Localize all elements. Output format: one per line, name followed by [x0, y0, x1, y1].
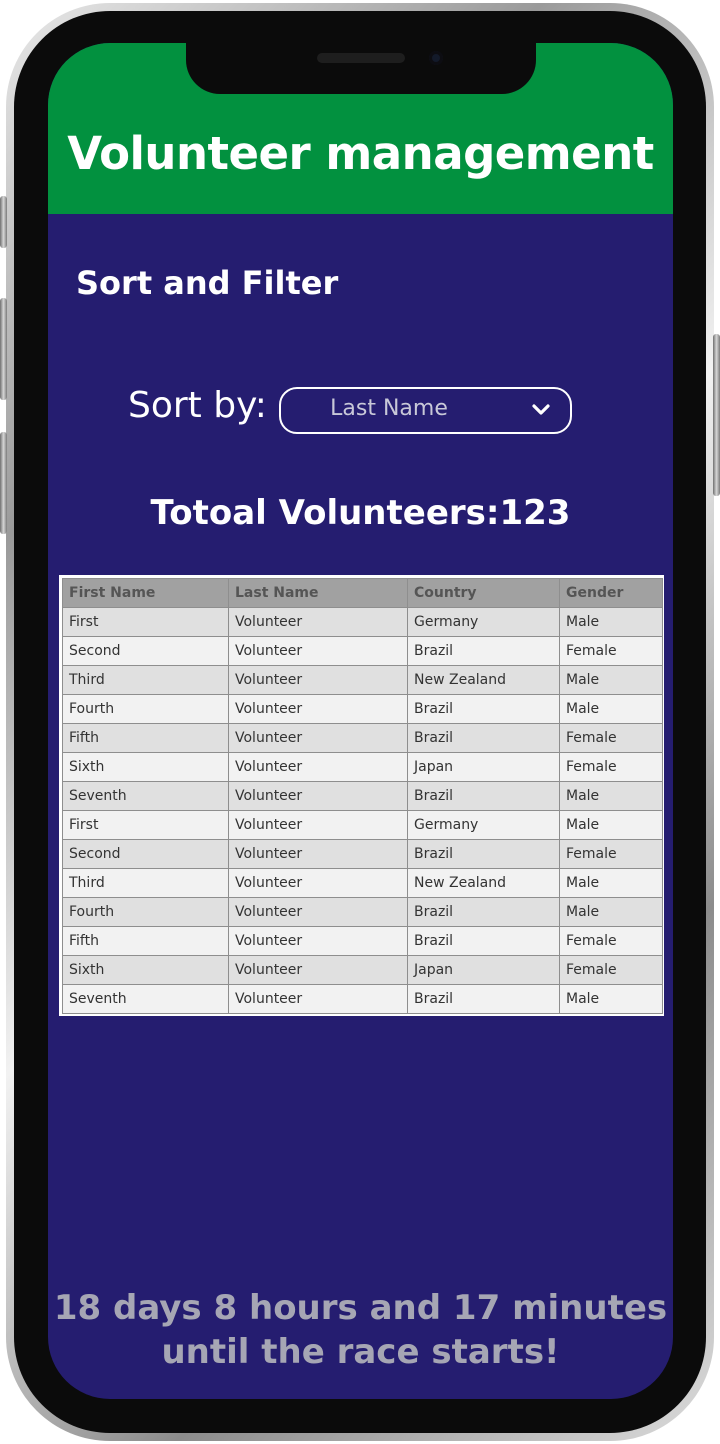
cell-gender: Female: [559, 723, 663, 753]
cell-first-name: Sixth: [62, 955, 229, 985]
volunteer-grid: First Name Last Name Country Gender Firs…: [62, 578, 663, 1014]
column-header-country[interactable]: Country: [407, 578, 560, 608]
cell-gender: Male: [559, 781, 663, 811]
cell-gender: Female: [559, 955, 663, 985]
cell-country: Brazil: [407, 926, 560, 956]
sort-selected-value: Last Name: [330, 396, 448, 421]
cell-first-name: Second: [62, 636, 229, 666]
cell-country: Germany: [407, 607, 560, 637]
table-row[interactable]: Fourth Volunteer Brazil Male: [62, 694, 663, 724]
total-volunteers: Totoal Volunteers:123: [150, 493, 571, 533]
cell-last-name: Volunteer: [228, 839, 408, 869]
cell-country: Brazil: [407, 839, 560, 869]
column-header-first-name[interactable]: First Name: [62, 578, 229, 608]
cell-last-name: Volunteer: [228, 926, 408, 956]
cell-last-name: Volunteer: [228, 810, 408, 840]
table-row[interactable]: Second Volunteer Brazil Female: [62, 839, 663, 869]
cell-first-name: Seventh: [62, 984, 229, 1014]
table-row[interactable]: First Volunteer Germany Male: [62, 810, 663, 840]
table-row[interactable]: Sixth Volunteer Japan Female: [62, 752, 663, 782]
cell-last-name: Volunteer: [228, 752, 408, 782]
cell-last-name: Volunteer: [228, 897, 408, 927]
countdown-line-1: 18 days 8 hours and 17 minutes: [53, 1288, 668, 1328]
table-row[interactable]: Third Volunteer New Zealand Male: [62, 665, 663, 695]
countdown-line-2: until the race starts!: [161, 1332, 560, 1372]
cell-first-name: Third: [62, 665, 229, 695]
speaker-grille: [317, 53, 405, 63]
app-screen: Volunteer management Sort and Filter Sor…: [48, 43, 673, 1399]
volunteer-table: First Name Last Name Country Gender Firs…: [59, 575, 664, 1016]
cell-gender: Female: [559, 839, 663, 869]
cell-last-name: Volunteer: [228, 955, 408, 985]
table-row[interactable]: Fourth Volunteer Brazil Male: [62, 897, 663, 927]
chevron-down-icon: [532, 404, 550, 415]
table-row[interactable]: Sixth Volunteer Japan Female: [62, 955, 663, 985]
column-header-last-name[interactable]: Last Name: [228, 578, 408, 608]
sort-dropdown[interactable]: Last Name: [279, 387, 572, 434]
section-title: Sort and Filter: [76, 264, 339, 302]
cell-last-name: Volunteer: [228, 723, 408, 753]
power-button: [713, 334, 720, 496]
volume-down-button: [0, 432, 7, 534]
cell-country: Brazil: [407, 694, 560, 724]
cell-gender: Male: [559, 868, 663, 898]
cell-first-name: First: [62, 810, 229, 840]
table-row[interactable]: Second Volunteer Brazil Female: [62, 636, 663, 666]
cell-last-name: Volunteer: [228, 636, 408, 666]
table-row[interactable]: Third Volunteer New Zealand Male: [62, 868, 663, 898]
app-title: Volunteer management: [67, 127, 654, 180]
cell-country: Japan: [407, 955, 560, 985]
cell-gender: Female: [559, 926, 663, 956]
table-row[interactable]: Fifth Volunteer Brazil Female: [62, 926, 663, 956]
column-header-gender[interactable]: Gender: [559, 578, 663, 608]
cell-first-name: Sixth: [62, 752, 229, 782]
cell-gender: Male: [559, 897, 663, 927]
cell-country: Brazil: [407, 897, 560, 927]
cell-last-name: Volunteer: [228, 665, 408, 695]
cell-first-name: Second: [62, 839, 229, 869]
front-camera-icon: [429, 51, 443, 65]
cell-country: Brazil: [407, 723, 560, 753]
cell-gender: Male: [559, 810, 663, 840]
cell-last-name: Volunteer: [228, 868, 408, 898]
cell-country: Brazil: [407, 781, 560, 811]
cell-last-name: Volunteer: [228, 694, 408, 724]
sort-label: Sort by:: [128, 385, 267, 426]
cell-country: Brazil: [407, 984, 560, 1014]
cell-gender: Male: [559, 607, 663, 637]
table-row[interactable]: Seventh Volunteer Brazil Male: [62, 984, 663, 1014]
mute-switch: [0, 196, 7, 248]
cell-first-name: Fourth: [62, 897, 229, 927]
table-row[interactable]: Fifth Volunteer Brazil Female: [62, 723, 663, 753]
cell-last-name: Volunteer: [228, 984, 408, 1014]
cell-gender: Female: [559, 752, 663, 782]
cell-last-name: Volunteer: [228, 607, 408, 637]
cell-gender: Male: [559, 665, 663, 695]
cell-country: Brazil: [407, 636, 560, 666]
cell-first-name: Fifth: [62, 926, 229, 956]
notch: [186, 43, 536, 94]
table-header-row: First Name Last Name Country Gender: [62, 578, 663, 608]
cell-gender: Male: [559, 984, 663, 1014]
cell-first-name: First: [62, 607, 229, 637]
table-row[interactable]: Seventh Volunteer Brazil Male: [62, 781, 663, 811]
cell-country: Germany: [407, 810, 560, 840]
race-countdown: 18 days 8 hours and 17 minutes until the…: [48, 1286, 673, 1374]
cell-country: New Zealand: [407, 868, 560, 898]
cell-last-name: Volunteer: [228, 781, 408, 811]
cell-country: New Zealand: [407, 665, 560, 695]
cell-first-name: Fifth: [62, 723, 229, 753]
cell-first-name: Third: [62, 868, 229, 898]
volume-up-button: [0, 298, 7, 400]
cell-first-name: Seventh: [62, 781, 229, 811]
cell-country: Japan: [407, 752, 560, 782]
table-body: First Volunteer Germany Male Second Volunteer…: [62, 607, 663, 1014]
cell-first-name: Fourth: [62, 694, 229, 724]
cell-gender: Female: [559, 636, 663, 666]
cell-gender: Male: [559, 694, 663, 724]
table-row[interactable]: First Volunteer Germany Male: [62, 607, 663, 637]
